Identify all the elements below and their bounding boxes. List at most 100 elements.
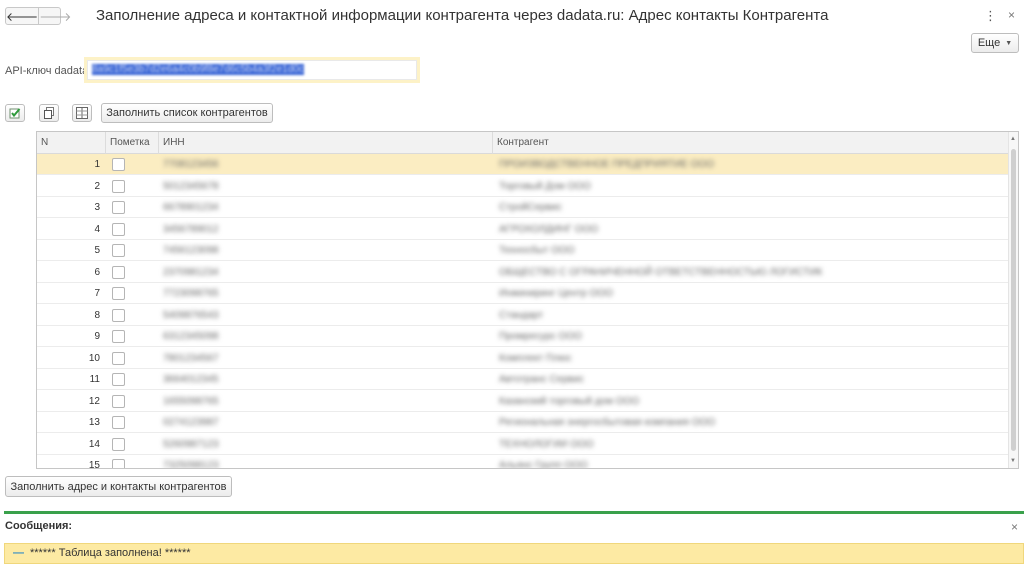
row-number: 15 <box>88 460 100 469</box>
contractor-cell: ПРОИЗВОДСТВЕННОЕ ПРЕДПРИЯТИЕ ООО <box>499 159 714 170</box>
inn-cell: 6312345098 <box>163 331 219 342</box>
contractor-cell: Инжиниринг Центр ООО <box>499 288 613 299</box>
table-row[interactable]: 6 2370981234 ОБЩЕСТВО С ОГРАНИЧЕННОЙ ОТВЕТ… <box>37 262 1008 283</box>
mark-checkbox[interactable] <box>112 394 125 408</box>
table-row[interactable]: 9 6312345098 Промресурс ООО <box>37 326 1008 347</box>
table-row[interactable]: 5 7456123098 Техносбыт ООО <box>37 240 1008 261</box>
mark-checkbox[interactable] <box>112 265 125 279</box>
more-menu-icon[interactable]: ⋮ <box>984 8 997 24</box>
copy-icon <box>44 107 54 119</box>
scroll-up-icon[interactable]: ▲ <box>1010 136 1016 142</box>
arrow-left-icon: 🡐 <box>6 9 39 24</box>
contractor-cell: ТЕХНОЛОГИИ ООО <box>499 438 594 450</box>
row-number: 1 <box>94 159 100 170</box>
scroll-thumb[interactable] <box>1011 149 1016 451</box>
table-row[interactable]: 12 1655098765 Казанский торговый дом ООО <box>37 391 1008 412</box>
forward-button[interactable]: 🡒 <box>39 8 71 24</box>
table-header: N Пометка ИНН Контрагент <box>37 132 1008 154</box>
check-all-button[interactable] <box>5 104 25 122</box>
inn-cell: 7723098765 <box>163 288 219 299</box>
column-header-inn[interactable]: ИНН <box>159 132 493 154</box>
mark-checkbox[interactable] <box>112 222 125 236</box>
contractor-cell: АГРОХОЛДИНГ ООО <box>499 223 599 235</box>
api-key-input[interactable]: 8a9c1f5e3b7d2e6a4c0b9f8e7d6c5b4a3f2e1d0c <box>87 60 417 80</box>
table-row[interactable]: 10 7801234567 Комплект Плюс <box>37 348 1008 369</box>
table-row[interactable]: 15 7325098123 Альянс Групп ООО <box>37 455 1008 469</box>
row-number: 14 <box>88 438 100 450</box>
row-number: 13 <box>88 417 100 428</box>
row-number: 3 <box>94 202 100 213</box>
table-row[interactable]: 13 0274123987 Региональная энергосбытовая … <box>37 412 1008 433</box>
nav-buttons: 🡐 🡒 <box>5 7 71 25</box>
inn-cell: 5260987123 <box>163 438 219 450</box>
fill-list-button[interactable]: Заполнить список контрагентов <box>101 103 273 123</box>
mark-checkbox[interactable] <box>112 244 125 257</box>
vertical-scrollbar[interactable]: ▲ ▼ <box>1008 132 1018 468</box>
contractor-cell: Стандарт <box>499 309 544 321</box>
table-row[interactable]: 8 5409876543 Стандарт <box>37 305 1008 326</box>
contractor-cell: Казанский торговый дом ООО <box>499 395 640 407</box>
mark-checkbox[interactable] <box>112 330 125 343</box>
row-number: 11 <box>89 374 100 385</box>
mark-checkbox[interactable] <box>112 158 125 171</box>
row-number: 4 <box>94 223 100 235</box>
inn-cell: 7708123456 <box>163 159 219 170</box>
column-header-mark[interactable]: Пометка <box>106 132 159 154</box>
contractor-cell: Промресурс ООО <box>499 331 582 342</box>
mark-checkbox[interactable] <box>112 416 125 429</box>
table-row[interactable]: 4 3456789012 АГРОХОЛДИНГ ООО <box>37 219 1008 240</box>
table-row[interactable]: 3 6678901234 СтройСервис <box>37 197 1008 218</box>
arrow-right-icon: 🡒 <box>39 9 72 24</box>
row-number: 12 <box>88 395 100 407</box>
message-item[interactable]: — ****** Таблица заполнена! ****** <box>4 543 1024 564</box>
mark-checkbox[interactable] <box>112 459 125 468</box>
more-button[interactable]: Еще ▼ <box>971 33 1019 53</box>
inn-cell: 6678901234 <box>163 202 219 213</box>
contractors-table: N Пометка ИНН Контрагент 1 7708123456 ПРОИ… <box>36 131 1019 469</box>
messages-title: Сообщения: <box>5 520 73 532</box>
message-dash-icon: — <box>13 547 24 559</box>
copy-button[interactable] <box>39 104 59 122</box>
table-row[interactable]: 11 3664012345 Автотранс Сервис <box>37 369 1008 390</box>
row-number: 7 <box>94 288 100 299</box>
mark-checkbox[interactable] <box>112 373 125 386</box>
table-row[interactable]: 1 7708123456 ПРОИЗВОДСТВЕННОЕ ПРЕДПРИЯТИЕ … <box>37 154 1008 175</box>
back-button[interactable]: 🡐 <box>6 8 40 24</box>
column-header-contractor[interactable]: Контрагент <box>493 132 1008 154</box>
more-label: Еще <box>977 37 1001 49</box>
contractor-cell: Техносбыт ООО <box>499 245 575 256</box>
inn-cell: 7456123098 <box>163 245 219 256</box>
inn-cell: 5409876543 <box>163 309 219 321</box>
mark-checkbox[interactable] <box>112 201 125 214</box>
contractor-cell: СтройСервис <box>499 202 562 213</box>
table-row[interactable]: 2 5012345678 Торговый Дом ООО <box>37 176 1008 197</box>
columns-button[interactable] <box>72 104 92 122</box>
messages-divider <box>4 511 1024 514</box>
mark-checkbox[interactable] <box>112 287 125 300</box>
inn-cell: 0274123987 <box>163 417 219 428</box>
row-number: 2 <box>94 180 100 192</box>
inn-cell: 7325098123 <box>163 460 219 469</box>
window-titlebar: 🡐 🡒 Заполнение адреса и контактной инфор… <box>0 0 1024 34</box>
table-row[interactable]: 14 5260987123 ТЕХНОЛОГИИ ООО <box>37 434 1008 455</box>
row-number: 6 <box>94 266 100 278</box>
inn-cell: 1655098765 <box>163 395 219 407</box>
row-number: 8 <box>94 309 100 321</box>
inn-cell: 5012345678 <box>163 180 219 192</box>
fill-address-button[interactable]: Заполнить адрес и контакты контрагентов <box>5 476 232 497</box>
chevron-down-icon: ▼ <box>1005 39 1013 47</box>
contractor-cell: Автотранс Сервис <box>499 374 584 385</box>
scroll-down-icon[interactable]: ▼ <box>1010 458 1016 464</box>
contractor-cell: Альянс Групп ООО <box>499 460 588 469</box>
mark-checkbox[interactable] <box>112 351 125 365</box>
mark-checkbox[interactable] <box>112 437 125 451</box>
messages-close-icon[interactable]: × <box>1011 520 1018 534</box>
mark-checkbox[interactable] <box>112 179 125 193</box>
inn-cell: 3456789012 <box>163 223 219 235</box>
column-header-n[interactable]: N <box>37 132 106 154</box>
window-title: Заполнение адреса и контактной информаци… <box>96 7 829 24</box>
close-icon[interactable]: × <box>1008 8 1015 22</box>
table-row[interactable]: 7 7723098765 Инжиниринг Центр ООО <box>37 283 1008 304</box>
mark-checkbox[interactable] <box>112 308 125 322</box>
checkbox-checked-icon <box>9 108 21 119</box>
